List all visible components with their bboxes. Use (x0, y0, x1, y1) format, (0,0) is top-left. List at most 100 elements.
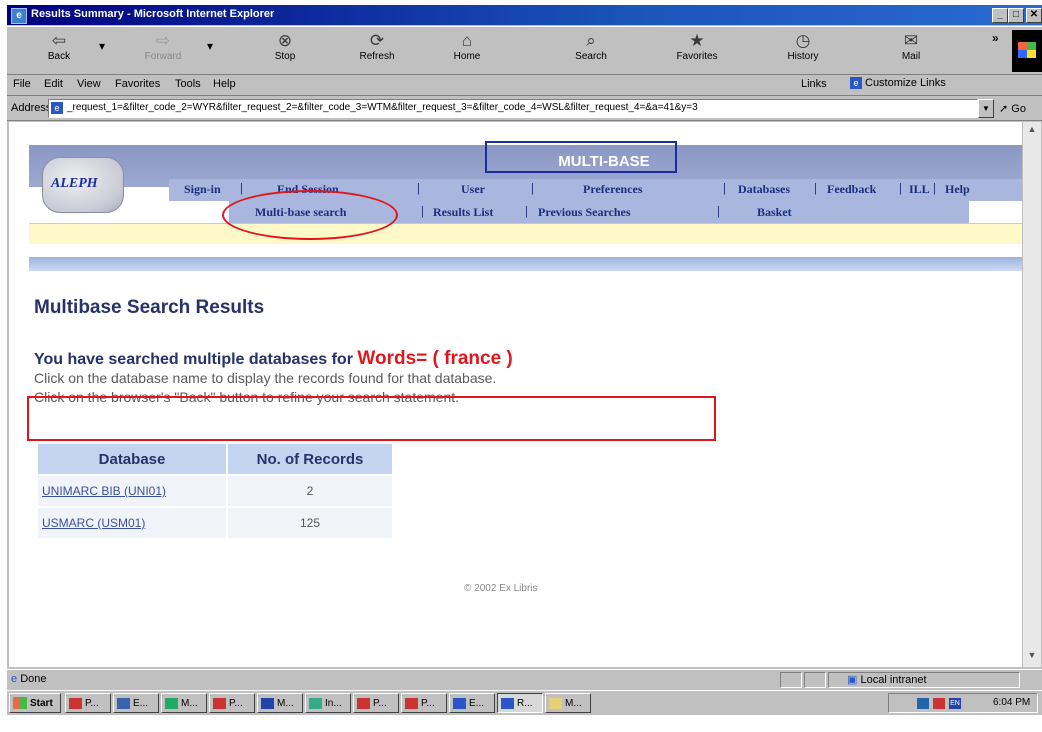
taskbar-button[interactable]: P... (353, 693, 399, 713)
go-arrow-icon: ➚ (999, 103, 1009, 115)
customize-links-button[interactable]: e Customize Links (847, 76, 949, 90)
forward-dropdown-arrow[interactable]: ▾ (207, 39, 213, 53)
scroll-up-icon[interactable]: ▲ (1025, 124, 1039, 134)
standard-toolbar: ⇦ Back ▾ ⇨ Forward ▾ ⊗ Stop ⟳ Refresh ⌂ … (7, 26, 1042, 75)
close-button[interactable]: ✕ (1026, 8, 1042, 23)
maximize-button[interactable]: □ (1008, 8, 1024, 23)
address-url: _request_1=&filter_code_2=WYR&filter_req… (67, 102, 698, 113)
powerpoint-icon (213, 697, 226, 709)
mail-button[interactable]: ✉ Mail (879, 31, 943, 71)
header-bottom-band (29, 257, 1022, 271)
browser-window: e Results Summary - Microsoft Internet E… (7, 5, 1042, 715)
multi-base-search-highlight-ellipse (222, 190, 398, 240)
taskbar-button-label: M... (565, 698, 582, 709)
database-link[interactable]: UNIMARC BIB (UNI01) (42, 484, 166, 498)
table-row: UNIMARC BIB (UNI01) 2 (38, 476, 392, 506)
scroll-down-icon[interactable]: ▼ (1025, 650, 1039, 660)
nav-databases[interactable]: Databases (738, 182, 790, 197)
nav-feedback[interactable]: Feedback (827, 182, 876, 197)
copyright: © 2002 Ex Libris (464, 583, 538, 594)
taskbar-button-label: P... (229, 698, 243, 709)
explorer-icon (117, 697, 130, 709)
taskbar: Start P... E... M... P... M... In... P..… (7, 690, 1042, 715)
history-icon: ◷ (795, 31, 811, 50)
taskbar-button[interactable]: M... (161, 693, 207, 713)
address-input[interactable]: e _request_1=&filter_code_2=WYR&filter_r… (48, 99, 978, 118)
menu-view[interactable]: View (77, 78, 101, 90)
go-label: Go (1011, 103, 1026, 115)
taskbar-button[interactable]: P... (209, 693, 255, 713)
language-icon[interactable]: EN (949, 698, 961, 709)
menu-help[interactable]: Help (213, 78, 236, 90)
searched-summary: You have searched multiple databases for… (34, 348, 513, 370)
back-dropdown-arrow[interactable]: ▾ (99, 39, 105, 53)
address-label: Address (11, 102, 52, 114)
taskbar-button[interactable]: P... (401, 693, 447, 713)
nav-sign-in[interactable]: Sign-in (184, 182, 221, 197)
clock: 6:04 PM (993, 697, 1031, 708)
history-label: History (787, 51, 819, 62)
menu-file[interactable]: File (13, 78, 31, 90)
go-button[interactable]: ➚ Go (999, 102, 1026, 115)
stop-icon: ⊗ (277, 31, 293, 50)
nav-help[interactable]: Help (945, 182, 970, 197)
taskbar-button[interactable]: E... (113, 693, 159, 713)
forward-button[interactable]: ⇨ Forward (131, 31, 195, 71)
powerpoint-icon (405, 697, 418, 709)
nav-results-list[interactable]: Results List (433, 205, 493, 220)
nav-separator: | (417, 180, 420, 195)
back-button[interactable]: ⇦ Back (27, 31, 91, 71)
window-title: Results Summary - Microsoft Internet Exp… (31, 8, 275, 20)
minimize-button[interactable]: _ (992, 8, 1008, 23)
status-pane (780, 672, 802, 688)
database-link[interactable]: USMARC (USM01) (42, 516, 145, 530)
taskbar-button[interactable]: P... (65, 693, 111, 713)
refresh-label: Refresh (359, 51, 395, 62)
start-label: Start (30, 698, 53, 709)
menu-favorites[interactable]: Favorites (115, 78, 160, 90)
nav-separator: | (531, 180, 534, 195)
address-dropdown-button[interactable]: ▼ (978, 99, 994, 118)
taskbar-button-label: P... (421, 698, 435, 709)
menu-tools[interactable]: Tools (175, 78, 201, 90)
toolbar-chevron[interactable]: » (992, 31, 999, 45)
header-cream-strip (29, 223, 1022, 244)
network-icon[interactable] (917, 698, 929, 709)
history-button[interactable]: ◷ History (771, 31, 835, 71)
taskbar-button[interactable]: In... (305, 693, 351, 713)
nav-preferences[interactable]: Preferences (583, 182, 643, 197)
banner-highlight-box (485, 141, 677, 173)
nav-basket[interactable]: Basket (757, 205, 792, 220)
taskbar-button-active[interactable]: R... (497, 693, 543, 713)
vertical-scrollbar[interactable]: ▲ ▼ (1022, 122, 1041, 667)
taskbar-button-label: E... (133, 698, 149, 709)
back-arrow-icon: ⇦ (51, 31, 67, 50)
excel-icon (165, 697, 178, 709)
taskbar-button[interactable]: M... (545, 693, 591, 713)
favorites-button[interactable]: ★ Favorites (665, 31, 729, 71)
home-button[interactable]: ⌂ Home (435, 31, 499, 71)
home-icon: ⌂ (461, 31, 473, 50)
powerpoint-icon (357, 697, 370, 709)
search-icon: ⌕ (586, 31, 596, 50)
help-text-database-link: Click on the database name to display th… (34, 370, 497, 386)
taskbar-button[interactable]: M... (257, 693, 303, 713)
menu-edit[interactable]: Edit (44, 78, 63, 90)
links-label[interactable]: Links (801, 78, 827, 90)
antivirus-icon[interactable] (933, 698, 945, 709)
page-icon: e (51, 102, 63, 114)
nav-previous-searches[interactable]: Previous Searches (538, 205, 631, 220)
nav-ill[interactable]: ILL (909, 182, 930, 197)
aleph-logo[interactable]: ALEPH (42, 157, 124, 213)
stop-button[interactable]: ⊗ Stop (253, 31, 317, 71)
refresh-button[interactable]: ⟳ Refresh (345, 31, 409, 71)
search-term: Words= ( france ) (357, 348, 513, 369)
start-button[interactable]: Start (9, 693, 61, 713)
menu-bar: File Edit View Favorites Tools Help Link… (7, 74, 1042, 96)
taskbar-button[interactable]: E... (449, 693, 495, 713)
search-label: Search (575, 51, 607, 62)
record-count: 2 (228, 476, 392, 506)
nav-user[interactable]: User (461, 182, 485, 197)
database-cell: UNIMARC BIB (UNI01) (38, 476, 226, 506)
search-button[interactable]: ⌕ Search (559, 31, 623, 71)
